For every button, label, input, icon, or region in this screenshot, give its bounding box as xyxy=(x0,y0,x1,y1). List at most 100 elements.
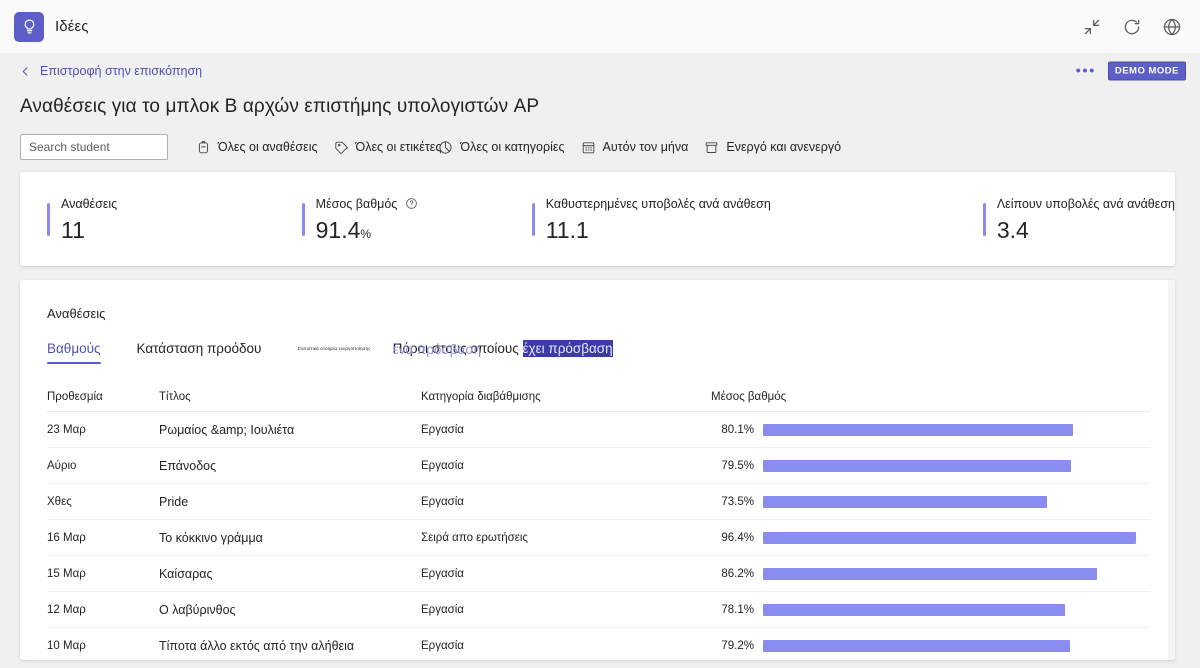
stat-body: Μέσος βαθμός 91.4% xyxy=(316,197,419,242)
stat-label: Λείπουν υποβολές ανά ανάθεση xyxy=(996,196,1175,211)
tag-icon xyxy=(334,140,349,155)
pie-chart-icon xyxy=(438,140,453,155)
stat-unit: % xyxy=(360,226,372,241)
filter-label: Όλες οι ετικέτες xyxy=(355,140,442,154)
tab-selected-text: έχει πρόσβαση ένα πρόσβαση xyxy=(393,340,613,357)
filter-label: Όλες οι αναθέσεις xyxy=(218,140,318,154)
cell-grade: 96.4% xyxy=(711,531,1150,544)
filter-all-assignments[interactable]: Όλες οι αναθέσεις xyxy=(190,138,328,157)
table-row[interactable]: Χθες Pride Εργασία 73.5% xyxy=(47,484,1150,520)
chevron-left-icon xyxy=(20,66,31,77)
stat-value-wrap: 11.1 xyxy=(545,216,771,243)
tab-label: Βαθμούς xyxy=(47,341,101,356)
stat-label-wrap: Καθυστερημένες υποβολές ανά ανάθεση xyxy=(546,197,771,211)
tab-grades[interactable]: Βαθμούς xyxy=(47,341,101,364)
vertical-scrollbar[interactable] xyxy=(1168,280,1175,660)
cell-due: 16 Μαρ xyxy=(47,531,86,544)
stat-body: Αναθέσεις 11 xyxy=(61,197,117,242)
cell-category: Εργασία xyxy=(421,639,464,652)
grade-bar-fill xyxy=(763,531,1137,544)
tab-selected-inner: έχει πρόσβαση xyxy=(522,341,613,356)
lightbulb-icon xyxy=(14,11,44,42)
grade-bar-fill xyxy=(763,603,1066,616)
table-body: 23 Μαρ Ρωμαίος &amp; Ιουλιέτα Εργασία 80.1%… xyxy=(47,412,1150,660)
grade-bar-track xyxy=(763,531,1150,544)
app-title: Ιδέες xyxy=(55,18,89,35)
stat-label: Αναθέσεις xyxy=(61,196,118,211)
cell-title: Pride xyxy=(159,494,189,509)
stat-value-wrap: 11 xyxy=(61,218,117,242)
cell-grade: 79.5% xyxy=(711,459,1150,472)
breadcrumb: Επιστροφή στην επισκόπηση ••• DEMO MODE xyxy=(0,54,1200,88)
calendar-icon xyxy=(581,140,596,155)
stat-assignments: Αναθέσεις 11 xyxy=(20,197,275,242)
filter-active-inactive[interactable]: Ενεργό και ανενεργό xyxy=(698,138,851,157)
cell-due: 23 Μαρ xyxy=(47,423,86,436)
globe-icon[interactable] xyxy=(1162,17,1182,37)
table-row[interactable]: 12 Μαρ Ο λαβύρινθος Εργασία 78.1% xyxy=(47,592,1150,628)
tab-progress-status[interactable]: Κατάσταση προόδου xyxy=(137,341,262,364)
cell-category: Εργασία xyxy=(421,567,464,580)
grade-bar-track xyxy=(763,567,1150,580)
cell-category: Εργασία xyxy=(421,603,464,616)
cell-grade: 73.5% xyxy=(711,495,1150,508)
stat-label-wrap: Λείπουν υποβολές ανά ανάθεση xyxy=(997,197,1175,211)
table-row[interactable]: 16 Μαρ Το κόκκινο γράμμα Σειρά απο ερωτήσε… xyxy=(47,520,1150,556)
stat-accent-bar xyxy=(301,202,305,236)
table-row[interactable]: Αύριο Επάνοδος Εργασία 79.5% xyxy=(47,448,1150,484)
stat-label: Μέσος βαθμός xyxy=(315,196,398,211)
back-to-overview-link[interactable]: Επιστροφή στην επισκόπηση xyxy=(20,64,202,78)
filter-all-tags[interactable]: Όλες οι ετικέτες xyxy=(328,138,442,157)
grade-value: 96.4% xyxy=(721,531,754,544)
app-header: Ιδέες xyxy=(0,0,1200,54)
refresh-icon[interactable] xyxy=(1122,17,1142,37)
stat-accent-bar xyxy=(982,202,986,236)
backpack-icon xyxy=(196,140,211,155)
tab-accessed-resources[interactable]: Πόροι στους οποίους έχει πρόσβαση ένα πρό… xyxy=(393,340,613,364)
table-row[interactable]: 10 Μαρ Τίποτα άλλο εκτός από την αλήθεια Ε… xyxy=(47,628,1150,660)
assignments-panel: Αναθέσεις Βαθμούς Κατάσταση προόδου Στατ… xyxy=(20,280,1175,660)
stat-value-wrap: 91.4% xyxy=(315,216,419,243)
column-header-grade: Μέσος βαθμός xyxy=(711,390,787,403)
stat-accent-bar xyxy=(47,202,50,236)
stat-value-wrap: 3.4 xyxy=(997,218,1175,242)
stat-average-grade: Μέσος βαθμός 91.4% xyxy=(275,197,505,242)
stat-missing-submissions: Λείπουν υποβολές ανά ανάθεση 3.4 xyxy=(956,197,1175,242)
filter-label: Όλες οι κατηγορίες xyxy=(460,140,565,154)
filter-this-month[interactable]: Αυτόν τον μήνα xyxy=(575,138,699,157)
info-icon[interactable] xyxy=(405,197,418,210)
cell-title: Καίσαρας xyxy=(159,566,213,581)
search-input[interactable] xyxy=(20,134,168,160)
table-row[interactable]: 15 Μαρ Καίσαρας Εργασία 86.2% xyxy=(47,556,1150,592)
stat-label: Καθυστερημένες υποβολές ανά ανάθεση xyxy=(545,196,771,211)
stat-label-wrap: Αναθέσεις xyxy=(61,197,117,211)
tab-activation-stats[interactable]: Στατιστικά στοιχεία ενεργοποίησης xyxy=(297,346,370,361)
more-options-icon[interactable]: ••• xyxy=(1076,64,1096,79)
stat-body: Καθυστερημένες υποβολές ανά ανάθεση 11.1 xyxy=(546,197,771,242)
archive-icon xyxy=(704,140,719,155)
stat-body: Λείπουν υποβολές ανά ανάθεση 3.4 xyxy=(997,197,1175,242)
table-header-row: Προθεσμία Τίτλος Κατηγορία διαβάθμισης Μ… xyxy=(47,382,1150,412)
filter-all-categories[interactable]: Όλες οι κατηγορίες xyxy=(432,138,574,157)
collapse-icon[interactable] xyxy=(1082,17,1102,37)
column-header-title: Τίτλος xyxy=(159,390,191,403)
table-row[interactable]: 23 Μαρ Ρωμαίος &amp; Ιουλιέτα Εργασία 80.1% xyxy=(47,412,1150,448)
cell-category: Σειρά απο ερωτήσεις xyxy=(421,531,528,544)
header-actions xyxy=(1082,17,1186,37)
grade-bar-fill xyxy=(763,639,1070,652)
stat-value: 91.4 xyxy=(315,216,361,243)
cell-grade: 79.2% xyxy=(711,639,1150,652)
stat-late-submissions: Καθυστερημένες υποβολές ανά ανάθεση 11.1 xyxy=(505,197,956,242)
panel-title: Αναθέσεις xyxy=(47,306,106,321)
cell-title: Τίποτα άλλο εκτός από την αλήθεια xyxy=(159,638,355,653)
cell-due: 15 Μαρ xyxy=(47,567,86,580)
cell-grade: 78.1% xyxy=(711,603,1150,616)
grade-bar-track xyxy=(763,423,1150,436)
grade-value: 78.1% xyxy=(721,603,754,616)
cell-due: 12 Μαρ xyxy=(47,603,86,616)
stat-value: 11.1 xyxy=(545,216,589,243)
stat-accent-bar xyxy=(531,202,535,236)
filter-toolbar: Όλες οι αναθέσεις Όλες οι ετικέτες xyxy=(0,118,1200,160)
grade-value: 86.2% xyxy=(721,567,754,580)
tab-label: Στατιστικά στοιχεία ενεργοποίησης xyxy=(297,346,371,351)
